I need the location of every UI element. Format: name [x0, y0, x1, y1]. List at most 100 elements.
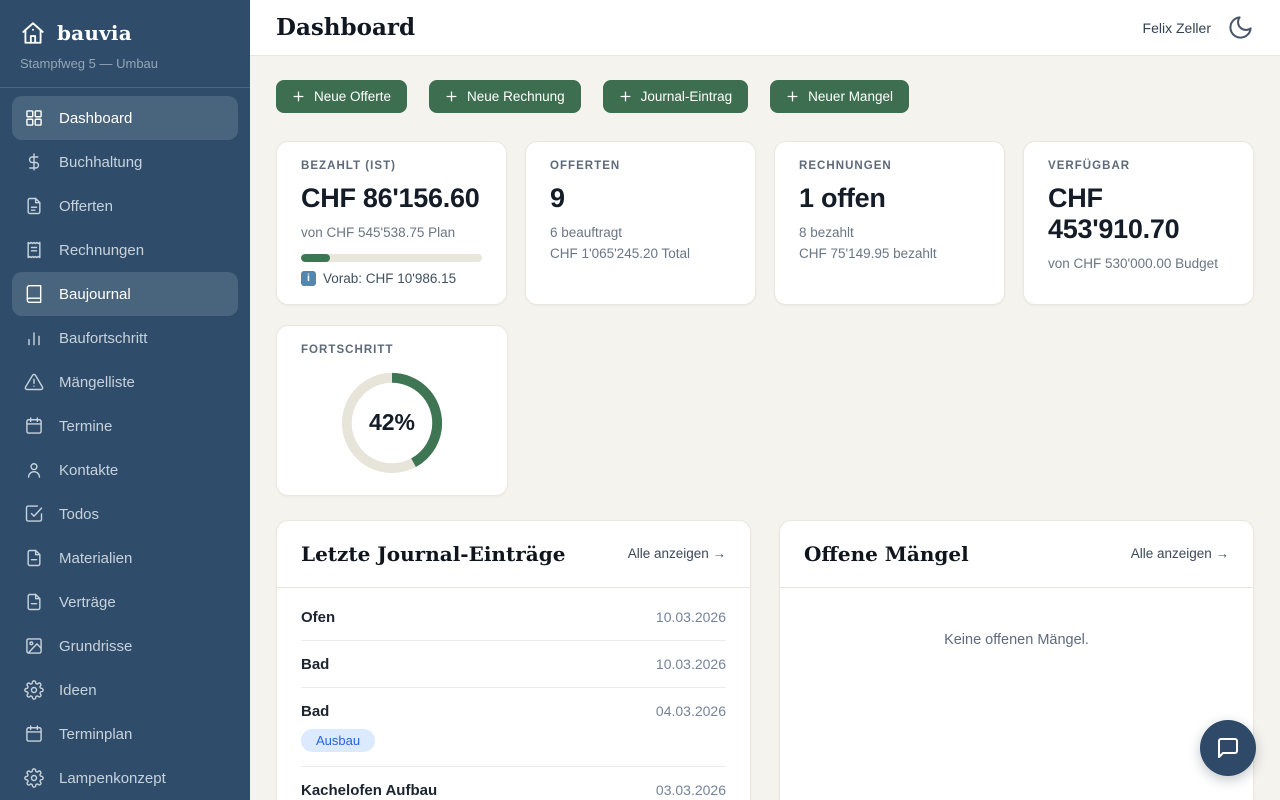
- sidebar-item-lampenkonzept[interactable]: Lampenkonzept: [12, 756, 238, 800]
- sidebar-item-todos[interactable]: Todos: [12, 492, 238, 536]
- sidebar-item-terminplan[interactable]: Terminplan: [12, 712, 238, 756]
- button-label: Journal-Eintrag: [641, 89, 733, 104]
- sidebar-item-label: Termine: [59, 418, 112, 435]
- journal-entry-date: 03.03.2026: [656, 782, 726, 798]
- progress-card: FORTSCHRITT 42%: [276, 325, 508, 496]
- journal-panel-title: Letzte Journal-Einträge: [301, 542, 565, 566]
- sidebar-item-baujournal[interactable]: Baujournal: [12, 272, 238, 316]
- sidebar-item-label: Ideen: [59, 682, 97, 699]
- document-icon: [24, 196, 44, 216]
- receipt-icon: [24, 240, 44, 260]
- stat-sub: 8 bezahlt CHF 75'149.95 bezahlt: [799, 223, 980, 265]
- new-offer-button[interactable]: Neue Offerte: [276, 80, 407, 113]
- journal-entry-row[interactable]: Bad 04.03.2026 Ausbau: [301, 688, 726, 767]
- sidebar-item-label: Grundrisse: [59, 638, 132, 655]
- progress-donut: 42%: [301, 367, 483, 477]
- sidebar-item-label: Materialien: [59, 550, 132, 567]
- gear-icon: [24, 680, 44, 700]
- warning-triangle-icon: [24, 372, 44, 392]
- stat-line: CHF 75'149.95 bezahlt: [799, 244, 980, 265]
- stat-label: OFFERTEN: [550, 160, 731, 172]
- sidebar-item-kontakte[interactable]: Kontakte: [12, 448, 238, 492]
- sidebar-item-vertraege[interactable]: Verträge: [12, 580, 238, 624]
- journal-entry-date: 10.03.2026: [656, 656, 726, 672]
- defects-panel-header: Offene Mängel Alle anzeigen →: [780, 521, 1253, 588]
- sidebar-item-label: Todos: [59, 506, 99, 523]
- app-logo[interactable]: bauvia: [0, 0, 250, 54]
- user-name[interactable]: Felix Zeller: [1143, 20, 1211, 36]
- plus-icon: [786, 90, 799, 103]
- stats-row: BEZAHLT (IST) CHF 86'156.60 von CHF 545'…: [276, 141, 1254, 305]
- topbar: Dashboard Felix Zeller: [250, 0, 1280, 56]
- new-invoice-button[interactable]: Neue Rechnung: [429, 80, 581, 113]
- journal-entry-row[interactable]: Ofen 10.03.2026: [301, 594, 726, 641]
- stat-sub: von CHF 530'000.00 Budget: [1048, 254, 1229, 275]
- app-window: bauvia Stampfweg 5 — Umbau Dashboard Buc…: [0, 0, 1280, 800]
- book-icon: [24, 284, 44, 304]
- journal-list: Ofen 10.03.2026 Bad 10.03.2026: [277, 588, 750, 800]
- house-icon: [20, 20, 46, 46]
- sidebar-item-baufortschritt[interactable]: Baufortschritt: [12, 316, 238, 360]
- button-label: Neue Rechnung: [467, 89, 565, 104]
- stat-line: 6 beauftragt: [550, 223, 731, 244]
- page-title: Dashboard: [276, 14, 415, 41]
- person-icon: [24, 460, 44, 480]
- defects-empty-state: Keine offenen Mängel.: [780, 588, 1253, 768]
- stat-sub: 6 beauftragt CHF 1'065'245.20 Total: [550, 223, 731, 265]
- paid-progress-fill: [301, 254, 330, 262]
- journal-entry-title: Bad: [301, 703, 329, 720]
- button-label: Neue Offerte: [314, 89, 391, 104]
- journal-show-all-link[interactable]: Alle anzeigen →: [628, 546, 726, 561]
- defects-show-all-link[interactable]: Alle anzeigen →: [1131, 546, 1229, 561]
- chat-fab-button[interactable]: [1200, 720, 1256, 776]
- quick-actions: Neue Offerte Neue Rechnung Journal-Eintr…: [276, 80, 1254, 113]
- plus-icon: [445, 90, 458, 103]
- journal-entry-row[interactable]: Bad 10.03.2026: [301, 641, 726, 688]
- plus-icon: [292, 90, 305, 103]
- sidebar-item-dashboard[interactable]: Dashboard: [12, 96, 238, 140]
- stat-card-rechnungen: RECHNUNGEN 1 offen 8 bezahlt CHF 75'149.…: [774, 141, 1005, 305]
- sidebar-item-rechnungen[interactable]: Rechnungen: [12, 228, 238, 272]
- new-journal-entry-button[interactable]: Journal-Eintrag: [603, 80, 749, 113]
- stat-line: von CHF 530'000.00 Budget: [1048, 254, 1229, 275]
- dashboard-content: Neue Offerte Neue Rechnung Journal-Eintr…: [250, 56, 1280, 800]
- journal-panel-header: Letzte Journal-Einträge Alle anzeigen →: [277, 521, 750, 588]
- stat-label: BEZAHLT (IST): [301, 160, 482, 172]
- defects-panel-title: Offene Mängel: [804, 542, 969, 566]
- sidebar-item-label: Kontakte: [59, 462, 118, 479]
- sidebar-item-maengelliste[interactable]: Mängelliste: [12, 360, 238, 404]
- stat-value: 9: [550, 183, 731, 214]
- stat-label: VERFÜGBAR: [1048, 160, 1229, 172]
- sidebar: bauvia Stampfweg 5 — Umbau Dashboard Buc…: [0, 0, 250, 800]
- sidebar-item-buchhaltung[interactable]: Buchhaltung: [12, 140, 238, 184]
- brand-name: bauvia: [57, 21, 132, 45]
- theme-toggle-button[interactable]: [1227, 14, 1254, 41]
- document-icon: [24, 548, 44, 568]
- image-icon: [24, 636, 44, 656]
- calendar-icon: [24, 416, 44, 436]
- progress-percent-label: 42%: [369, 409, 415, 436]
- sidebar-item-ideen[interactable]: Ideen: [12, 668, 238, 712]
- sidebar-item-label: Offerten: [59, 198, 113, 215]
- journal-entry-date: 10.03.2026: [656, 609, 726, 625]
- sidebar-item-label: Lampenkonzept: [59, 770, 166, 787]
- check-square-icon: [24, 504, 44, 524]
- defects-panel: Offene Mängel Alle anzeigen → Keine offe…: [779, 520, 1254, 800]
- sidebar-item-grundrisse[interactable]: Grundrisse: [12, 624, 238, 668]
- journal-panel: Letzte Journal-Einträge Alle anzeigen → …: [276, 520, 751, 800]
- sidebar-item-termine[interactable]: Termine: [12, 404, 238, 448]
- sidebar-item-offerten[interactable]: Offerten: [12, 184, 238, 228]
- dollar-icon: [24, 152, 44, 172]
- sidebar-item-materialien[interactable]: Materialien: [12, 536, 238, 580]
- new-defect-button[interactable]: Neuer Mangel: [770, 80, 909, 113]
- sidebar-item-label: Mängelliste: [59, 374, 135, 391]
- journal-entry-row[interactable]: Kachelofen Aufbau 03.03.2026 Ausbau: [301, 767, 726, 800]
- stat-value: 1 offen: [799, 183, 980, 214]
- vorab-info-text: Vorab: CHF 10'986.15: [323, 271, 456, 286]
- stat-line: CHF 1'065'245.20 Total: [550, 244, 731, 265]
- progress-card-label: FORTSCHRITT: [301, 344, 483, 356]
- category-badge: Ausbau: [301, 729, 375, 752]
- grid-icon: [24, 108, 44, 128]
- stat-card-bezahlt: BEZAHLT (IST) CHF 86'156.60 von CHF 545'…: [276, 141, 507, 305]
- moon-icon: [1227, 14, 1254, 41]
